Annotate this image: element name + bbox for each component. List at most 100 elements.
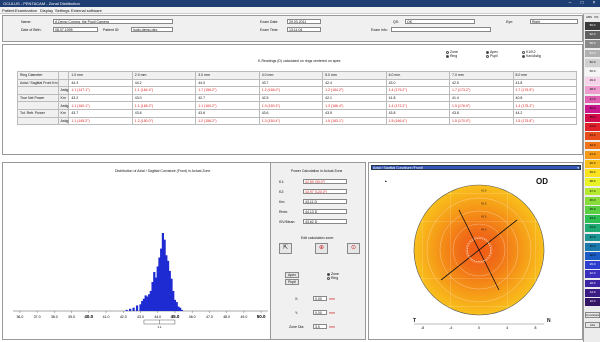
header-cell: 2.0 mm bbox=[131, 71, 197, 80]
scale-swatch: 34.0 bbox=[585, 215, 600, 223]
ring-radio[interactable]: Ring bbox=[446, 54, 458, 58]
eye-od-label: OD bbox=[536, 177, 548, 186]
table-row: Axial / Sagittal Front Km 44.3 44.2 44.0 43.… bbox=[17, 78, 577, 88]
resize-zone-button[interactable]: ⊙ bbox=[347, 243, 360, 254]
x-tick-label: 47.0 bbox=[206, 315, 213, 319]
exam-time-label: Exam Time: bbox=[260, 28, 279, 32]
power-calc-field-label: K2: bbox=[279, 190, 285, 194]
x-tick-label: 42.0 bbox=[120, 315, 127, 319]
temporal-label: T bbox=[413, 318, 417, 324]
apex-button[interactable]: Apex bbox=[285, 272, 299, 278]
x-unit: mm bbox=[329, 297, 335, 301]
table-cell: 43.6 bbox=[131, 108, 197, 118]
row-sublabel: Astig bbox=[57, 86, 70, 95]
pupil-radio[interactable]: Pupil bbox=[486, 54, 498, 58]
scale-swatch: 41.0 bbox=[585, 150, 600, 159]
exam-date-field[interactable]: 29.03.2011 bbox=[287, 19, 321, 24]
x-field[interactable]: 0.00 bbox=[313, 296, 327, 301]
scale-swatch: 37.0 bbox=[585, 187, 600, 196]
eye-field[interactable]: Right bbox=[530, 19, 578, 24]
curvature-map[interactable]: -8 -4 0 4 8 44.0 43.5 42.5 41.5 bbox=[369, 163, 584, 341]
table-cell: 44.0 bbox=[195, 78, 260, 88]
x-tick-label: 40.0 bbox=[84, 314, 93, 319]
menu-examination[interactable]: Examination bbox=[15, 8, 37, 13]
table-cell: 43.7 bbox=[258, 78, 324, 88]
patient-id-field[interactable]: Isotp-demo-dec bbox=[131, 27, 173, 32]
dob-label: Date of Birth: bbox=[21, 28, 42, 32]
table-row: Astig 1.1 (160.1°) 1.1 (165.2°) 1.1 (160.2°… bbox=[17, 101, 577, 110]
row-label bbox=[17, 116, 59, 126]
pupil-button[interactable]: Pupil bbox=[285, 279, 299, 285]
cursor-tool-button[interactable]: ⇱ bbox=[279, 243, 292, 254]
map-axis-label: 8 bbox=[535, 326, 537, 330]
table-cell: 44.2 bbox=[131, 78, 197, 88]
table-cell: 43.0 bbox=[385, 78, 451, 88]
map-ring-label: 42.5 bbox=[481, 202, 487, 206]
header-cell: 4.0 mm bbox=[258, 71, 324, 80]
scale-swatch: 52.0 bbox=[585, 58, 600, 67]
exam-time-field[interactable]: 13:11:04 bbox=[287, 27, 321, 32]
menu-patient[interactable]: Patient bbox=[2, 8, 14, 13]
map-axis-label: -4 bbox=[449, 326, 452, 330]
close-button[interactable]: × bbox=[588, 0, 600, 7]
histogram-bar bbox=[135, 305, 139, 311]
ring-radio-dot bbox=[446, 54, 449, 58]
power-calc-field-value: 44.13 D bbox=[303, 209, 347, 214]
name-field[interactable]: A Demo Cornea, the Pupil Camera bbox=[53, 19, 173, 24]
x-tick-label: 44.0 bbox=[154, 315, 161, 319]
k-readings-rows: Axial / Sagittal Front Km 44.3 44.2 44.0 43.… bbox=[17, 78, 577, 126]
power-calc-field-label: ISV/Mean: bbox=[279, 220, 296, 224]
map-ring-label: 43.5 bbox=[481, 215, 487, 219]
map-axis-label: 4 bbox=[506, 326, 508, 330]
power-calc-field-value: 43.97 (120.0°) bbox=[303, 189, 347, 194]
scale-swatch: 58.0 bbox=[585, 40, 600, 49]
histogram-bar bbox=[132, 307, 135, 311]
scale-swatch: 39.0 bbox=[585, 169, 600, 177]
calc-ring-radio[interactable]: Ring bbox=[327, 276, 339, 280]
table-cell: 1.5 (166.4°) bbox=[385, 116, 451, 126]
zone-box-label: 1.1 bbox=[157, 325, 162, 329]
curvature-button[interactable]: Curvature bbox=[585, 312, 600, 318]
scale-swatch: 50.0 bbox=[585, 68, 600, 76]
kav-astig-radio[interactable]: Kav/Astig bbox=[522, 54, 541, 58]
table-row: Tot. Refr. Power Km 43.7 43.6 43.6 43.6 43.5 43… bbox=[17, 108, 577, 118]
scale-swatch: 45.0 bbox=[585, 114, 600, 122]
table-cell: 1.5 (175.8°) bbox=[512, 116, 577, 126]
exam-info-field[interactable] bbox=[391, 27, 491, 32]
table-cell: 1.3 (150.3°) bbox=[258, 101, 324, 110]
table-cell: 43.2 bbox=[68, 93, 133, 103]
scale-swatch: 22.0 bbox=[585, 270, 600, 279]
scale-swatch: 33.0 bbox=[585, 224, 600, 233]
x-tick-label: 43.0 bbox=[137, 315, 144, 319]
qs-field[interactable]: OK bbox=[405, 19, 475, 24]
calc-ring-radio-dot bbox=[327, 276, 330, 280]
move-zone-button[interactable]: ⊕ bbox=[315, 243, 328, 254]
row-label: Tot. Refr. Power bbox=[17, 108, 59, 118]
scale-top-label-abs: ABS bbox=[586, 15, 593, 19]
zone-dia-field[interactable]: 3.0 bbox=[313, 324, 327, 329]
row-sublabel: Astig bbox=[57, 116, 70, 126]
table-cell: 42.1 bbox=[322, 93, 387, 103]
menu-external-software[interactable]: External software bbox=[71, 8, 102, 13]
histogram-bar bbox=[129, 308, 132, 311]
table-cell: 41.8 bbox=[512, 78, 577, 88]
abs-button[interactable]: Abs bbox=[585, 322, 600, 328]
pupil-radio-dot bbox=[486, 54, 489, 58]
header-cell: 5.0 mm bbox=[322, 71, 387, 80]
menu-display[interactable]: Display bbox=[40, 8, 53, 13]
header-cell: 8.0 mm bbox=[512, 71, 577, 80]
camera-icon[interactable]: ◔ bbox=[383, 179, 387, 186]
minimize-button[interactable]: – bbox=[564, 0, 576, 7]
histogram-bar bbox=[125, 309, 128, 311]
table-cell: 1.2 (156.2°) bbox=[195, 116, 260, 126]
scale-swatch: 43.0 bbox=[585, 132, 600, 141]
power-calc-panel: Power Calculation in Actual Zone K1: 42.5… bbox=[270, 162, 366, 340]
y-unit: mm bbox=[329, 311, 335, 315]
header-cell: Ring Diameter bbox=[17, 71, 59, 80]
maximize-button[interactable]: □ bbox=[576, 0, 588, 7]
table-cell: 42.7 bbox=[195, 93, 260, 103]
menu-settings[interactable]: Settings bbox=[55, 8, 69, 13]
y-field[interactable]: 0.00 bbox=[313, 310, 327, 315]
dob-field[interactable]: 08.07.1995 bbox=[53, 27, 98, 32]
table-cell: 41.8 bbox=[385, 93, 451, 103]
